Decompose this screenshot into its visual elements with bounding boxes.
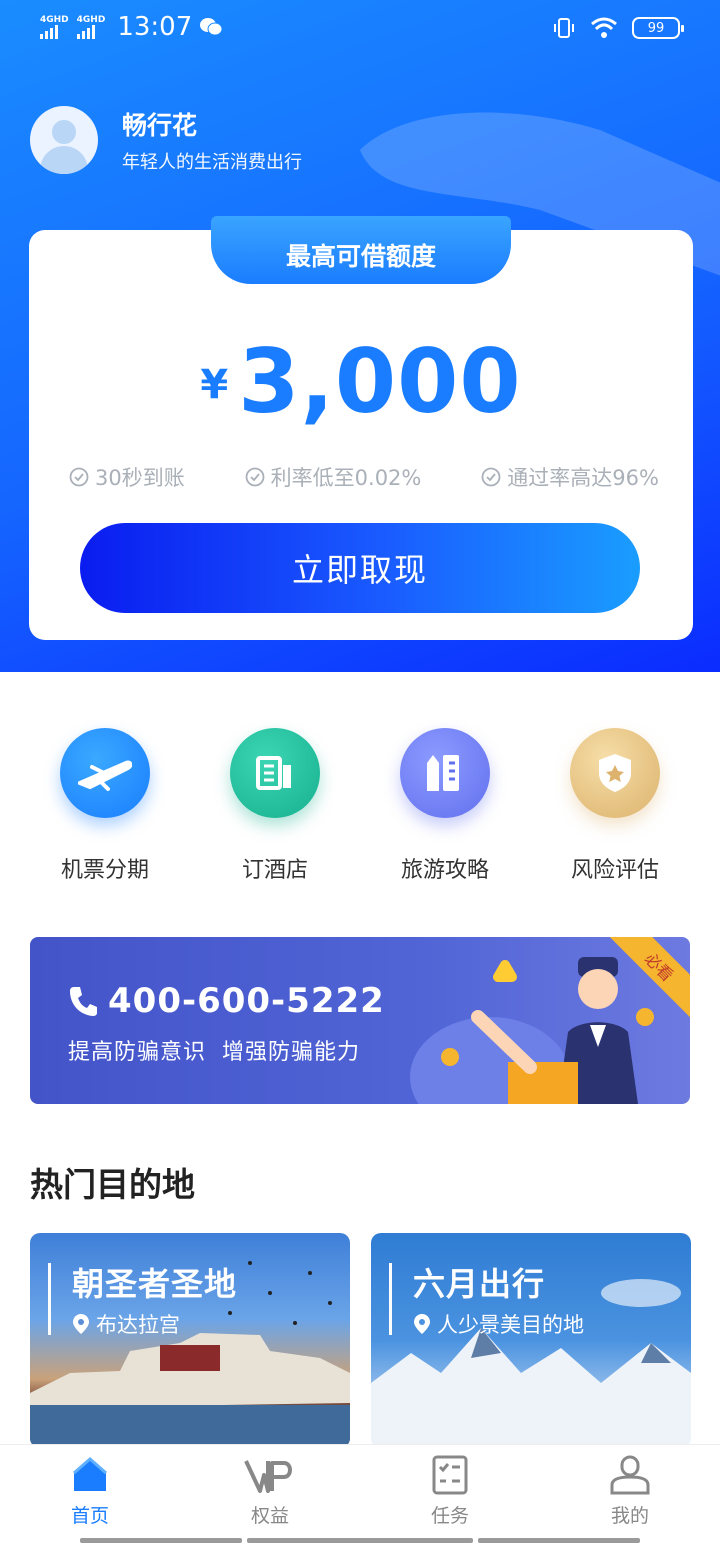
profile-name: 畅行花 <box>122 111 198 140</box>
check-circle-icon <box>481 467 501 487</box>
profile-subtitle: 年轻人的生活消费出行 <box>122 152 302 173</box>
shield-icon <box>570 728 660 818</box>
wifi-icon <box>591 17 617 38</box>
profile-header[interactable]: 畅行花 年轻人的生活消费出行 <box>30 106 302 174</box>
user-icon <box>610 1455 650 1495</box>
status-bar: 4GHD 4GHD 13:07 99 <box>0 0 720 58</box>
service-risk-assessment[interactable]: 风险评估 <box>530 728 700 884</box>
signal-icon: 4GHD <box>76 15 105 39</box>
section-title-hot-destinations: 热门目的地 <box>30 1165 195 1204</box>
check-circle-icon <box>69 467 89 487</box>
guide-icon <box>400 728 490 818</box>
currency-symbol: ¥ <box>200 362 229 408</box>
destination-card-potala[interactable]: 朝圣者圣地 布达拉宫 <box>30 1233 350 1448</box>
clock: 13:07 <box>117 12 193 42</box>
feature-item: 通过率高达96% <box>481 462 659 492</box>
feature-item: 利率低至0.02% <box>245 462 421 492</box>
banner-slogan: 提高防骗意识 增强防骗能力 <box>68 1040 360 1065</box>
home-indicator <box>247 1538 473 1543</box>
location-pin-icon <box>73 1314 89 1334</box>
tab-mine[interactable]: 我的 <box>540 1455 720 1528</box>
location-pin-icon <box>414 1314 430 1334</box>
hotline-number: 400-600-5222 <box>68 981 385 1021</box>
destination-card-june[interactable]: 六月出行 人少景美目的地 <box>371 1233 691 1448</box>
phone-icon <box>70 987 97 1016</box>
task-icon <box>432 1455 468 1495</box>
battery-icon: 99 <box>632 17 684 39</box>
bottom-tab-bar: 首页 权益 任务 我的 <box>0 1444 720 1544</box>
home-icon <box>73 1457 107 1491</box>
home-indicator <box>478 1538 640 1543</box>
service-hotel[interactable]: 订酒店 <box>190 728 360 884</box>
hotel-icon <box>230 728 320 818</box>
signal-icon: 4GHD <box>40 15 69 39</box>
service-travel-guide[interactable]: 旅游攻略 <box>360 728 530 884</box>
loan-card: 最高可借额度 ¥3,000 30秒到账 利率低至0.02% 通过率高达96% 立… <box>29 216 693 640</box>
avatar[interactable] <box>30 106 98 174</box>
credit-amount: ¥3,000 <box>29 330 693 433</box>
tab-tasks[interactable]: 任务 <box>360 1455 540 1528</box>
amount-value: 3,000 <box>238 330 522 433</box>
vibrate-icon <box>554 18 574 38</box>
home-indicator <box>80 1538 242 1543</box>
withdraw-button[interactable]: 立即取现 <box>80 523 640 613</box>
service-flight-installment[interactable]: 机票分期 <box>20 728 190 884</box>
credit-limit-tab: 最高可借额度 <box>211 216 511 284</box>
feature-list: 30秒到账 利率低至0.02% 通过率高达96% <box>69 462 659 492</box>
service-grid: 机票分期 订酒店 旅游攻略 风险评估 <box>0 728 720 898</box>
tab-benefits[interactable]: 权益 <box>180 1455 360 1528</box>
check-circle-icon <box>245 467 265 487</box>
vip-icon <box>244 1460 292 1493</box>
tab-home[interactable]: 首页 <box>0 1455 180 1528</box>
wechat-icon <box>200 18 223 36</box>
feature-item: 30秒到账 <box>69 462 185 492</box>
airplane-icon <box>60 728 150 818</box>
anti-fraud-banner[interactable]: 400-600-5222 提高防骗意识 增强防骗能力 必看 <box>30 937 690 1104</box>
